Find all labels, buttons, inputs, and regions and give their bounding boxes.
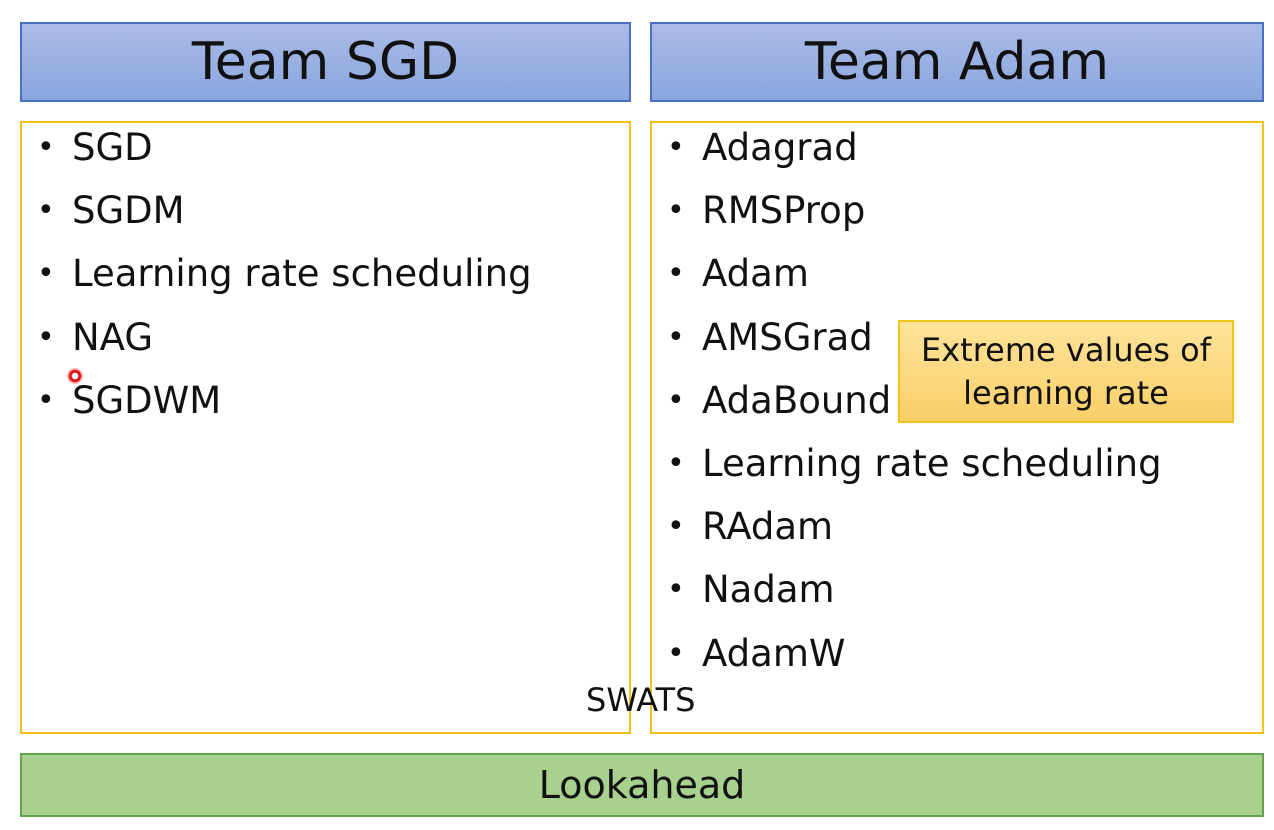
slide: Team SGD Team Adam • SGD • SGDM • Learning … [0,0,1274,830]
list-item: • RAdam [652,499,1162,562]
list-item: • SGD [22,120,532,183]
list-item: • SGDWM [22,373,532,436]
bullet-icon: • [667,572,685,608]
team-sgd-list: • SGD • SGDM • Learning rate scheduling • NA… [22,120,532,436]
bullet-icon: • [667,130,685,165]
team-sgd-panel: • SGD • SGDM • Learning rate scheduling • NA… [20,121,631,734]
team-sgd-title: Team SGD [191,32,460,92]
team-sgd-header: Team SGD [20,22,631,102]
bullet-icon: • [37,382,55,418]
list-item: • AdamW [652,626,1162,689]
list-item: • Learning rate scheduling [22,246,532,309]
swats-bridge-label: SWATS [586,681,696,719]
lookahead-bar: Lookahead [20,753,1264,817]
bullet-icon: • [667,319,685,355]
lookahead-label: Lookahead [538,763,746,807]
team-adam-header: Team Adam [650,22,1264,102]
bullet-icon: • [37,319,55,355]
extreme-learning-rate-callout: Extreme values of learning rate [898,320,1234,423]
bullet-icon: • [667,382,685,418]
list-item: • Learning rate scheduling [652,436,1162,499]
bullet-icon: • [667,256,685,292]
list-item: • NAG [22,310,532,373]
team-adam-panel: • Adagrad • RMSProp • Adam • AMSGrad • AdaBou… [650,121,1264,734]
list-item: • RMSProp [652,183,1162,246]
bullet-icon: • [667,509,685,545]
bullet-icon: • [37,256,55,292]
bullet-icon: • [37,193,55,229]
list-item: • SGDM [22,183,532,246]
bullet-icon: • [667,635,685,671]
callout-text: Extreme values of learning rate [921,330,1211,412]
laser-pointer-icon [67,368,83,384]
bullet-icon: • [667,445,685,481]
list-item: • Adagrad [652,120,1162,183]
list-item: • Adam [652,246,1162,309]
team-adam-title: Team Adam [804,32,1110,92]
bullet-icon: • [667,193,685,229]
list-item: • Nadam [652,562,1162,625]
bullet-icon: • [37,130,55,165]
